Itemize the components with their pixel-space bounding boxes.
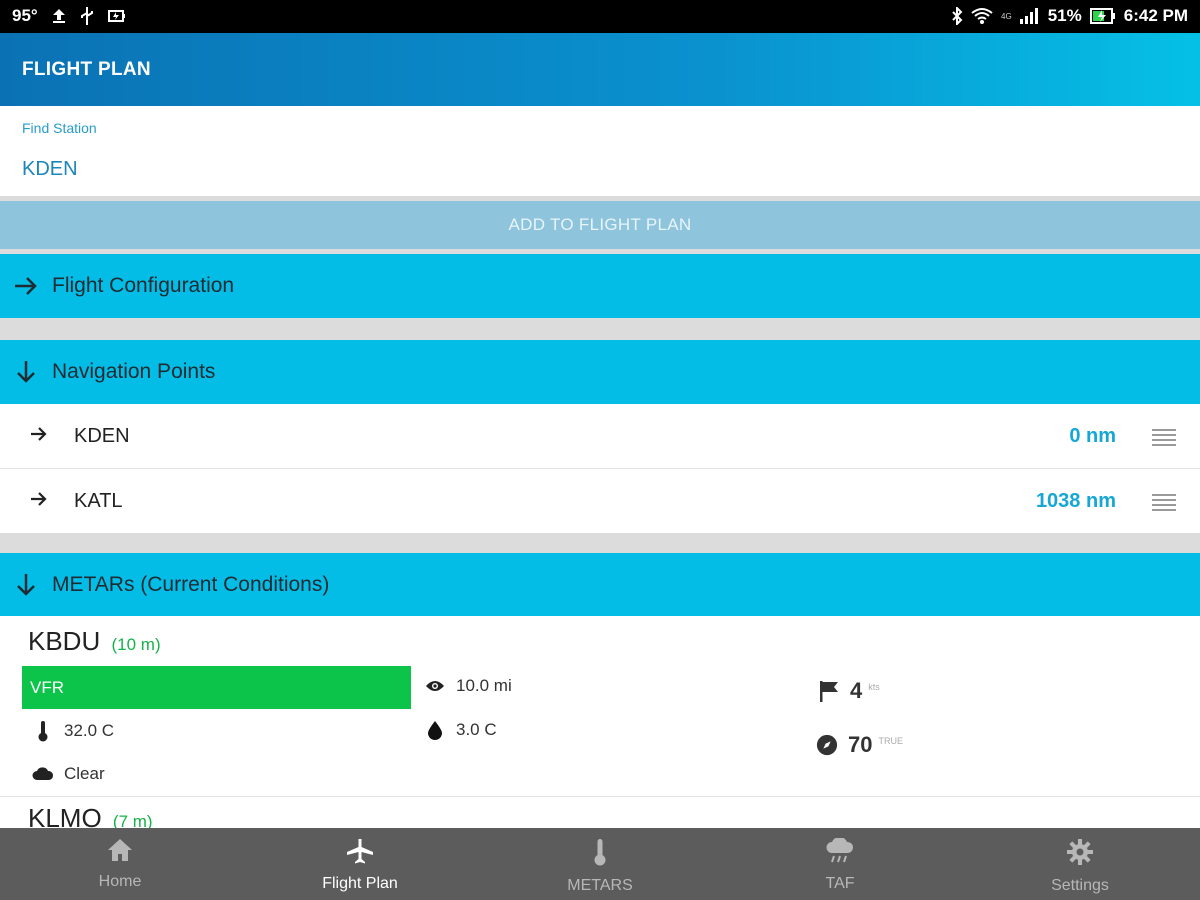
tab-metars[interactable]: METARS [480, 828, 720, 900]
arrow-right-icon [0, 275, 52, 297]
bluetooth-icon [951, 7, 963, 25]
visibility-item: 10.0 mi [424, 676, 512, 696]
airplane-icon [346, 838, 374, 869]
arrow-right-icon [30, 491, 48, 512]
metar-station-title: KBDU (10 m) [28, 626, 161, 657]
divider [0, 796, 1200, 797]
thermometer-icon [592, 838, 608, 871]
temperature-value: 32.0 C [64, 721, 115, 740]
section-label: METARs (Current Conditions) [52, 573, 330, 596]
app-bar: FLIGHT PLAN [0, 33, 1200, 106]
nav-point-row[interactable]: KATL 1038 nm [0, 469, 1200, 533]
wind-direction-unit: TRUE [878, 736, 903, 746]
arrow-down-icon [0, 359, 52, 385]
cloud-rain-icon [825, 836, 855, 869]
gear-icon [1066, 838, 1094, 871]
tab-label: METARS [567, 877, 633, 894]
station-code: KBDU [28, 626, 101, 656]
tab-taf[interactable]: TAF [720, 828, 960, 900]
flag-icon [818, 680, 840, 702]
cloud-icon [32, 767, 54, 781]
section-metars[interactable]: METARs (Current Conditions) [0, 553, 1200, 617]
upload-icon [52, 8, 66, 24]
usb-icon [80, 7, 94, 25]
tab-flight-plan[interactable]: Flight Plan [240, 828, 480, 900]
drag-handle-icon[interactable] [1152, 493, 1176, 516]
nav-point-distance: 1038 nm [1035, 489, 1116, 512]
find-station-panel: Find Station [0, 106, 1200, 196]
divider [0, 533, 1200, 553]
find-station-label: Find Station [22, 120, 97, 136]
section-label: Flight Configuration [52, 274, 235, 297]
tab-home[interactable]: Home [0, 828, 240, 900]
water-drop-icon [424, 720, 446, 740]
battery-percentage: 51% [1047, 6, 1082, 25]
nav-point-code: KDEN [74, 424, 130, 447]
divider [0, 318, 1200, 340]
nav-point-code: KATL [74, 489, 123, 512]
network-type-indicator: 4G [1001, 11, 1012, 21]
tab-label: Flight Plan [322, 875, 398, 892]
wind-direction-item: 70 TRUE [816, 732, 903, 758]
drag-handle-icon[interactable] [1152, 428, 1176, 451]
nav-point-distance: 0 nm [1069, 424, 1116, 447]
visibility-value: 10.0 mi [456, 676, 512, 695]
arrow-right-icon [30, 426, 48, 447]
wind-speed-item: 4 kts [818, 678, 880, 704]
tab-label: Settings [1051, 877, 1109, 894]
clock: 6:42 PM [1123, 6, 1188, 25]
wifi-icon [971, 7, 993, 25]
tab-label: TAF [825, 875, 855, 892]
battery-charging-small-icon [107, 9, 126, 23]
tab-label: Home [98, 873, 142, 890]
page-title: FLIGHT PLAN [22, 58, 151, 80]
wind-speed-unit: kts [868, 682, 880, 692]
sky-condition-value: Clear [64, 764, 105, 783]
arrow-down-icon [0, 572, 52, 598]
compass-icon [816, 733, 838, 757]
battery-icon [1089, 8, 1116, 24]
temperature-item: 32.0 C [32, 720, 114, 742]
status-bar: 95° 4G 51% 6:42 PM [0, 0, 1200, 33]
sky-condition-item: Clear [32, 764, 105, 784]
find-station-input[interactable] [22, 158, 622, 181]
home-icon [107, 838, 133, 867]
tab-settings[interactable]: Settings [960, 828, 1200, 900]
temperature-indicator: 95° [12, 6, 38, 25]
flight-category-badge: VFR [22, 666, 411, 709]
section-navigation-points[interactable]: Navigation Points [0, 340, 1200, 404]
add-to-flight-plan-button[interactable]: ADD TO FLIGHT PLAN [0, 201, 1200, 249]
nav-point-row[interactable]: KDEN 0 nm [0, 404, 1200, 468]
dewpoint-value: 3.0 C [456, 720, 497, 739]
dewpoint-item: 3.0 C [424, 720, 497, 740]
bottom-navigation: Home Flight Plan METARS TAF Settings [0, 828, 1200, 900]
section-flight-configuration[interactable]: Flight Configuration [0, 254, 1200, 318]
signal-icon [1019, 8, 1040, 24]
wind-speed-value: 4 [850, 678, 863, 703]
eye-icon [424, 679, 446, 693]
section-label: Navigation Points [52, 360, 216, 383]
metar-card[interactable]: KBDU (10 m) VFR 10.0 mi 4 kts 32.0 C 3.0… [0, 616, 1200, 796]
station-distance: (10 m) [111, 635, 161, 654]
wind-direction-value: 70 [848, 732, 873, 757]
thermometer-icon [32, 720, 54, 742]
